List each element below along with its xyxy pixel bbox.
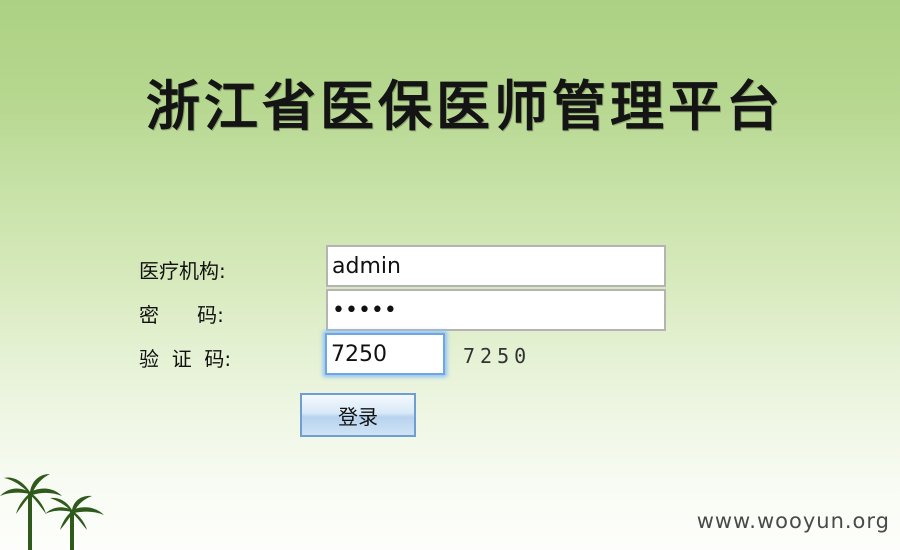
org-input[interactable]: [326, 245, 666, 287]
captcha-label: 验 证 码:: [139, 347, 232, 371]
palm-trees-icon: [0, 474, 104, 550]
captcha-image[interactable]: 7250: [463, 344, 531, 368]
login-button[interactable]: 登录: [300, 393, 416, 437]
watermark-text: www.wooyun.org: [696, 509, 890, 533]
password-label: 密 码:: [139, 303, 224, 327]
org-label: 医疗机构:: [139, 259, 226, 283]
page-title: 浙江省医保医师管理平台: [146, 75, 784, 138]
password-input[interactable]: [326, 289, 666, 331]
captcha-input[interactable]: [325, 333, 445, 375]
